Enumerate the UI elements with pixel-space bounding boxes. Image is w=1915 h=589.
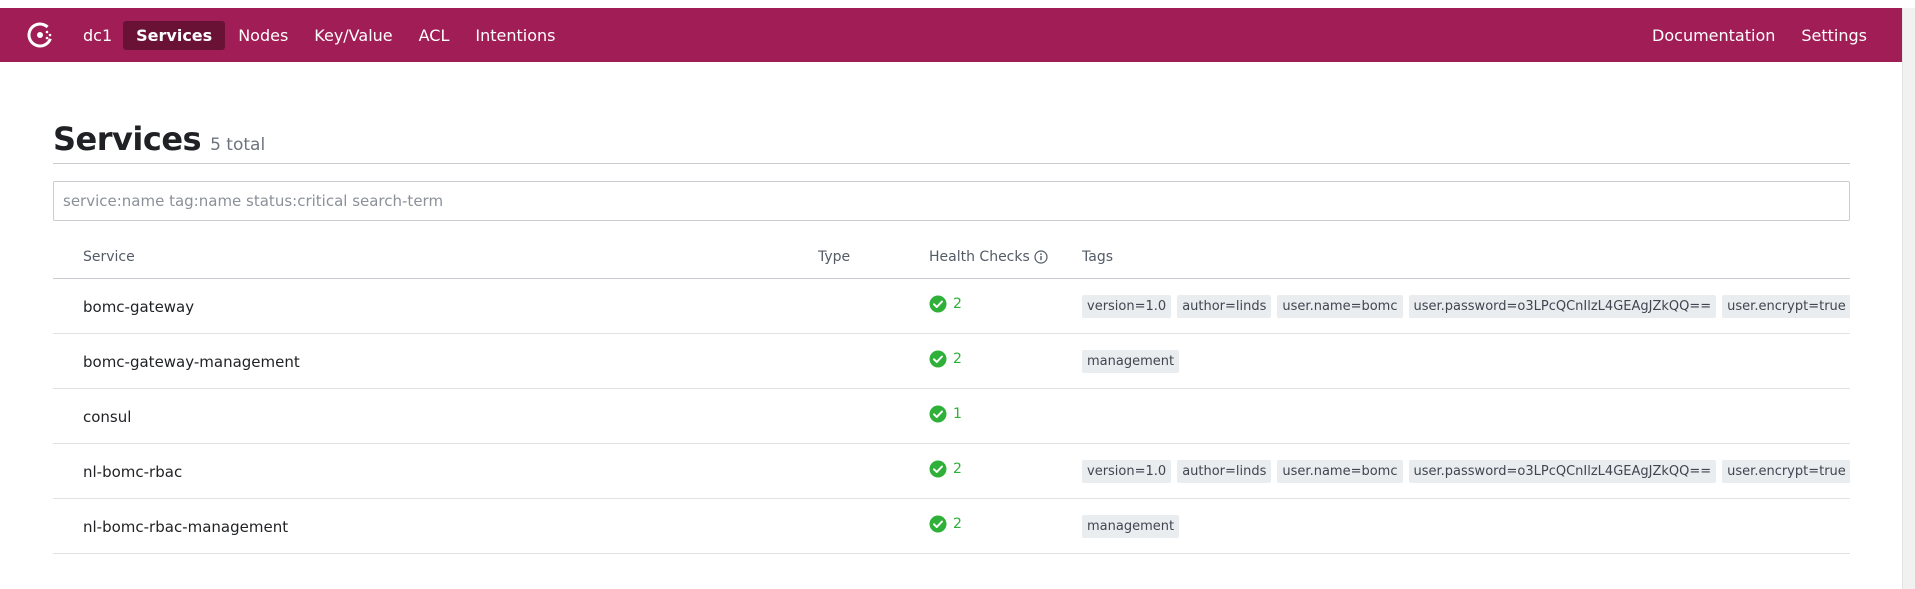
tags-cell: management [1082, 350, 1850, 374]
info-icon[interactable] [1034, 250, 1048, 264]
tags-cell: version=1.0 author=linds user.name=bomc use… [1082, 460, 1850, 484]
service-name-link[interactable]: nl-bomc-rbac [83, 463, 182, 481]
nav-left: dc1 Services Nodes Key/Value ACL Intenti… [72, 8, 568, 62]
health-check-count: 2 [953, 461, 962, 477]
column-header-health-label: Health Checks [929, 249, 1030, 265]
health-checks-cell: 2 [929, 515, 962, 533]
column-header-service: Service [83, 249, 135, 265]
table-header: Service Type Health Checks Tags [53, 240, 1850, 279]
table-row[interactable]: consul 1 [53, 389, 1850, 444]
service-tag: user.password=o3LPcQCnIlzL4GEAgJZkQQ== [1408, 295, 1717, 318]
nav-item-acl[interactable]: ACL [406, 21, 463, 50]
services-table: Service Type Health Checks Tags bomc-gat… [53, 240, 1850, 554]
health-checks-cell: 1 [929, 405, 962, 423]
service-name-link[interactable]: consul [83, 408, 131, 426]
passing-check-icon [929, 405, 947, 423]
tags-cell: version=1.0 author=linds user.name=bomc use… [1082, 295, 1850, 319]
service-total-count: 5 total [210, 135, 266, 155]
search-input[interactable] [53, 181, 1850, 221]
datacenter-selector[interactable]: dc1 [72, 21, 123, 50]
service-name-link[interactable]: bomc-gateway [83, 298, 194, 316]
service-tag: user.password=o3LPcQCnIlzL4GEAgJZkQQ== [1408, 460, 1717, 483]
health-checks-cell: 2 [929, 295, 962, 313]
column-header-tags: Tags [1082, 249, 1113, 265]
service-name-link[interactable]: bomc-gateway-management [83, 353, 300, 371]
passing-check-icon [929, 460, 947, 478]
nav-item-intentions[interactable]: Intentions [462, 21, 568, 50]
service-tag: management [1082, 350, 1180, 373]
tags-cell: management [1082, 515, 1850, 539]
service-tag: user.encrypt=true [1722, 460, 1850, 483]
nav-item-nodes[interactable]: Nodes [225, 21, 301, 50]
table-row[interactable]: bomc-gateway 2 version=1.0 author=linds user… [53, 279, 1850, 334]
page-header: Services 5 total [53, 120, 1850, 164]
service-tag: author=linds [1177, 460, 1272, 483]
health-checks-cell: 2 [929, 460, 962, 478]
health-checks-cell: 2 [929, 350, 962, 368]
service-tag: user.name=bomc [1277, 460, 1403, 483]
top-navbar: dc1 Services Nodes Key/Value ACL Intenti… [0, 8, 1902, 62]
health-check-count: 2 [953, 516, 962, 532]
nav-right: Documentation Settings [1639, 8, 1880, 62]
service-tag: user.name=bomc [1277, 295, 1403, 318]
health-check-count: 1 [953, 406, 962, 422]
service-tag: user.encrypt=true [1722, 295, 1850, 318]
service-tag: version=1.0 [1082, 295, 1172, 318]
nav-item-documentation[interactable]: Documentation [1639, 21, 1788, 50]
passing-check-icon [929, 350, 947, 368]
table-body: bomc-gateway 2 version=1.0 author=linds user… [53, 279, 1850, 554]
health-check-count: 2 [953, 296, 962, 312]
health-check-count: 2 [953, 351, 962, 367]
vertical-scrollbar[interactable] [1902, 8, 1915, 589]
table-row[interactable]: bomc-gateway-management 2 management [53, 334, 1850, 389]
table-row[interactable]: nl-bomc-rbac-management 2 management [53, 499, 1850, 554]
passing-check-icon [929, 295, 947, 313]
nav-item-key-value[interactable]: Key/Value [301, 21, 405, 50]
table-row[interactable]: nl-bomc-rbac 2 version=1.0 author=linds user… [53, 444, 1850, 499]
service-name-link[interactable]: nl-bomc-rbac-management [83, 518, 288, 536]
consul-logo-icon[interactable] [24, 19, 56, 51]
service-tag: management [1082, 515, 1180, 538]
tags-cell [1082, 405, 1850, 429]
page-title: Services [53, 120, 202, 158]
nav-item-settings[interactable]: Settings [1788, 21, 1880, 50]
column-header-type: Type [818, 249, 851, 265]
nav-item-services[interactable]: Services [123, 20, 226, 50]
service-tag: version=1.0 [1082, 460, 1172, 483]
passing-check-icon [929, 515, 947, 533]
service-tag: author=linds [1177, 295, 1272, 318]
column-header-health-checks: Health Checks [929, 249, 1048, 265]
window-top-strip [0, 0, 1915, 8]
